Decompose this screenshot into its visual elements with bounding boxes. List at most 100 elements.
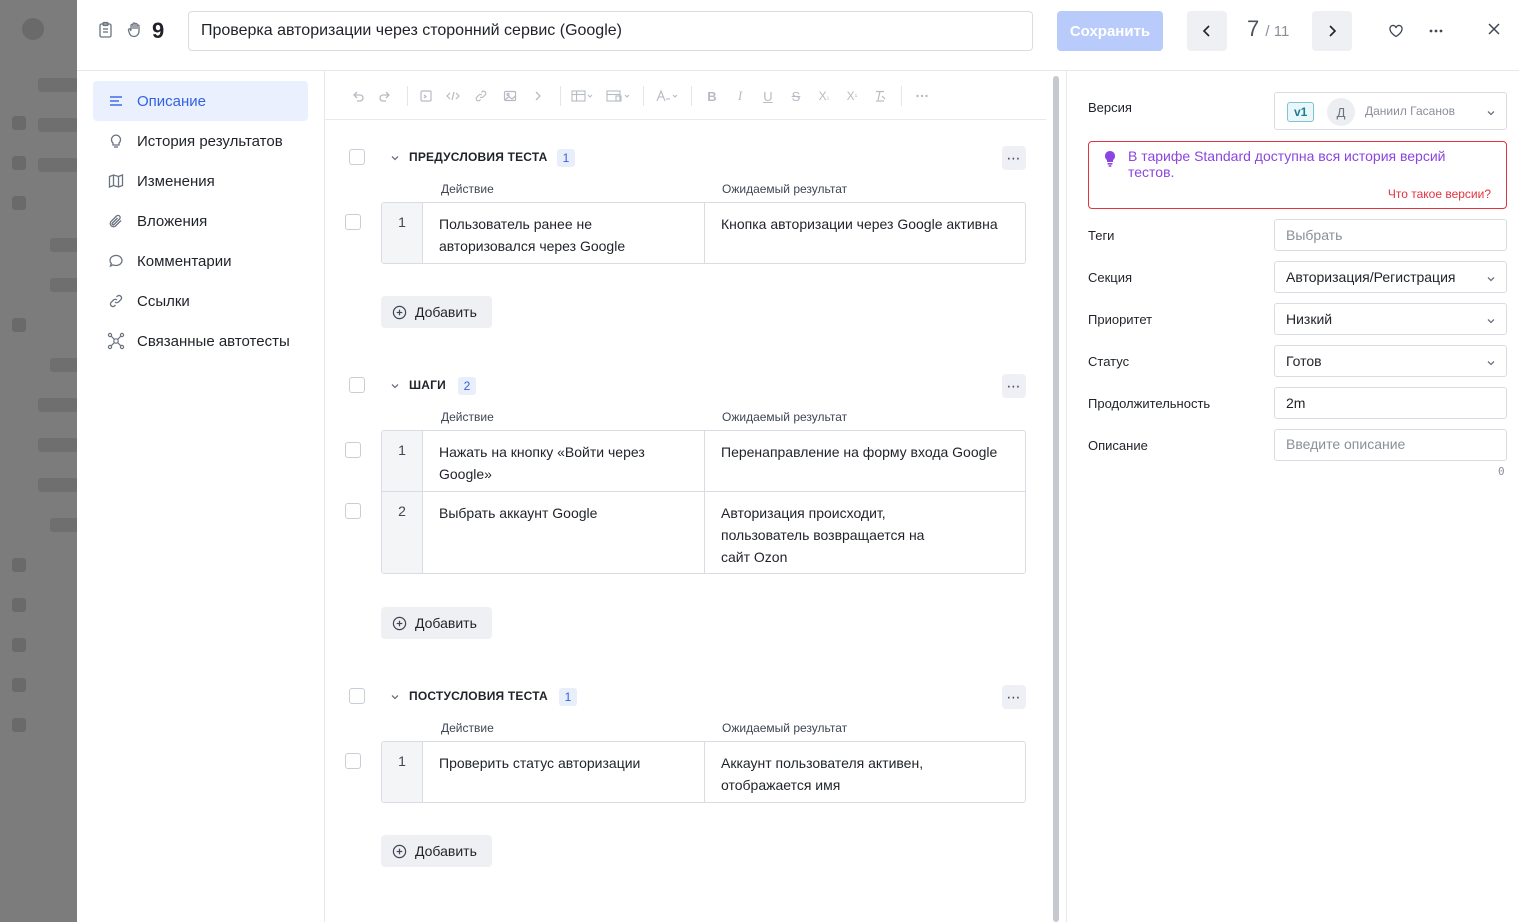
step-expected-result[interactable]: Кнопка авторизации через Google активна bbox=[705, 203, 1025, 263]
step-checkbox[interactable] bbox=[345, 753, 361, 769]
section-checkbox-steps[interactable] bbox=[349, 377, 365, 393]
column-header-result: Ожидаемый результат bbox=[722, 182, 848, 196]
undo-icon[interactable] bbox=[349, 87, 367, 105]
plan-notice-text: В тарифе Standard доступна вся история в… bbox=[1128, 148, 1446, 180]
add-step-button[interactable]: Добавить bbox=[381, 835, 492, 867]
nav-item-comments[interactable]: Комментарии bbox=[93, 241, 308, 281]
step-action[interactable]: Выбрать аккаунт Google bbox=[423, 492, 705, 573]
column-header-result: Ожидаемый результат bbox=[722, 721, 848, 735]
step-checkbox[interactable] bbox=[345, 214, 361, 230]
clear-format-icon[interactable] bbox=[871, 87, 889, 105]
add-step-button[interactable]: Добавить bbox=[381, 607, 492, 639]
chevron-right-icon[interactable] bbox=[529, 87, 547, 105]
status-select[interactable]: Готов bbox=[1274, 345, 1507, 377]
description-label: Описание bbox=[1088, 438, 1148, 453]
heart-icon[interactable] bbox=[1386, 21, 1406, 41]
section-more-button[interactable]: ⋯ bbox=[1002, 374, 1026, 398]
bg-row bbox=[50, 358, 80, 372]
nav-item-linked-autotests[interactable]: Связанные автотесты bbox=[93, 321, 308, 361]
link-icon[interactable] bbox=[472, 87, 490, 105]
clipboard-icon[interactable] bbox=[96, 20, 116, 40]
duration-input[interactable]: 2m bbox=[1274, 387, 1507, 419]
strikethrough-icon[interactable]: S bbox=[787, 87, 805, 105]
version-select[interactable]: v1 Д Даниил Гасанов bbox=[1274, 92, 1507, 130]
step-checkbox[interactable] bbox=[345, 442, 361, 458]
tags-label: Теги bbox=[1088, 228, 1115, 243]
section-label: Секция bbox=[1088, 270, 1133, 285]
chevron-down-icon bbox=[1486, 313, 1496, 329]
chevron-right-icon bbox=[1329, 25, 1337, 37]
column-header-action: Действие bbox=[441, 410, 494, 424]
nav-item-description[interactable]: Описание bbox=[93, 81, 308, 121]
step-expected-result[interactable]: Перенаправление на форму входа Google bbox=[705, 431, 1025, 491]
step-checkbox[interactable] bbox=[345, 503, 361, 519]
chevron-down-icon[interactable] bbox=[389, 380, 401, 392]
table-edit-icon[interactable] bbox=[605, 87, 633, 105]
code-block-icon[interactable] bbox=[417, 87, 435, 105]
priority-label: Приоритет bbox=[1088, 312, 1153, 327]
chevron-down-icon[interactable] bbox=[389, 691, 401, 703]
step-expected-result[interactable]: Аккаунт пользователя активен, отображает… bbox=[705, 742, 1025, 802]
superscript-icon[interactable]: X¹ bbox=[843, 87, 861, 105]
bold-icon[interactable]: B bbox=[703, 87, 721, 105]
section-checkbox-postconditions[interactable] bbox=[349, 688, 365, 704]
tags-select[interactable]: Выбрать bbox=[1274, 219, 1507, 251]
table-row: 2 Выбрать аккаунт Google Авторизация про… bbox=[382, 491, 1025, 573]
nav-item-label: Изменения bbox=[137, 172, 215, 190]
close-icon[interactable] bbox=[1484, 19, 1504, 39]
bg-row bbox=[38, 158, 78, 172]
nav-item-label: Ссылки bbox=[137, 292, 190, 310]
add-step-button[interactable]: Добавить bbox=[381, 296, 492, 328]
nav-item-results-history[interactable]: История результатов bbox=[93, 121, 308, 161]
plus-circle-icon bbox=[391, 843, 407, 859]
hand-icon[interactable] bbox=[125, 20, 145, 40]
column-header-action: Действие bbox=[441, 721, 494, 735]
section-more-button[interactable]: ⋯ bbox=[1002, 146, 1026, 170]
properties-panel: Версия v1 Д Даниил Гасанов В тарифе Stan… bbox=[1066, 71, 1519, 922]
more-icon[interactable] bbox=[1426, 21, 1446, 41]
description-textarea[interactable]: Введите описание bbox=[1274, 429, 1507, 461]
toolbar-divider bbox=[643, 86, 644, 106]
code-icon[interactable] bbox=[444, 87, 462, 105]
step-expected-result[interactable]: Авторизация происходит, пользователь воз… bbox=[705, 492, 1025, 573]
section-select[interactable]: Авторизация/Регистрация bbox=[1274, 261, 1507, 293]
nav-item-links[interactable]: Ссылки bbox=[93, 281, 308, 321]
next-button[interactable] bbox=[1312, 11, 1352, 51]
step-number: 1 bbox=[382, 742, 423, 802]
section-value: Авторизация/Регистрация bbox=[1286, 269, 1456, 285]
comment-icon bbox=[107, 252, 125, 270]
steps-table-preconditions: 1 Пользователь ранее не авторизовался че… bbox=[381, 202, 1026, 264]
priority-select[interactable]: Низкий bbox=[1274, 303, 1507, 335]
add-step-label: Добавить bbox=[415, 304, 477, 320]
save-button[interactable]: Сохранить bbox=[1057, 11, 1163, 51]
prev-button[interactable] bbox=[1187, 11, 1227, 51]
chevron-down-icon[interactable] bbox=[389, 152, 401, 164]
editor-scrollbar[interactable] bbox=[1053, 76, 1059, 922]
bg-icon bbox=[12, 638, 26, 652]
step-action[interactable]: Проверить статус авторизации bbox=[423, 742, 705, 802]
italic-icon[interactable]: I bbox=[731, 87, 749, 105]
subscript-icon[interactable]: X₁ bbox=[815, 87, 833, 105]
underline-icon[interactable]: U bbox=[759, 87, 777, 105]
redo-icon[interactable] bbox=[376, 87, 394, 105]
table-icon[interactable] bbox=[570, 87, 596, 105]
step-action[interactable]: Пользователь ранее не авторизовался чере… bbox=[423, 203, 705, 263]
nav-item-attachments[interactable]: Вложения bbox=[93, 201, 308, 241]
text-style-icon[interactable] bbox=[655, 87, 681, 105]
book-icon bbox=[107, 172, 125, 190]
title-input[interactable] bbox=[188, 11, 1033, 51]
pager: 7 / 11 bbox=[1247, 16, 1289, 42]
nav-item-changes[interactable]: Изменения bbox=[93, 161, 308, 201]
section-more-button[interactable]: ⋯ bbox=[1002, 685, 1026, 709]
section-count-badge: 1 bbox=[559, 688, 577, 706]
more-icon[interactable] bbox=[913, 87, 931, 105]
versions-help-link[interactable]: Что такое версии? bbox=[1388, 187, 1491, 201]
version-badge: v1 bbox=[1287, 102, 1315, 122]
section-checkbox-preconditions[interactable] bbox=[349, 149, 365, 165]
column-header-action: Действие bbox=[441, 182, 494, 196]
step-action[interactable]: Нажать на кнопку «Войти через Google» bbox=[423, 431, 705, 491]
image-icon[interactable] bbox=[501, 87, 519, 105]
column-header-result: Ожидаемый результат bbox=[722, 410, 848, 424]
step-number: 2 bbox=[382, 492, 423, 573]
steps-table-postconditions: 1 Проверить статус авторизации Аккаунт п… bbox=[381, 741, 1026, 803]
